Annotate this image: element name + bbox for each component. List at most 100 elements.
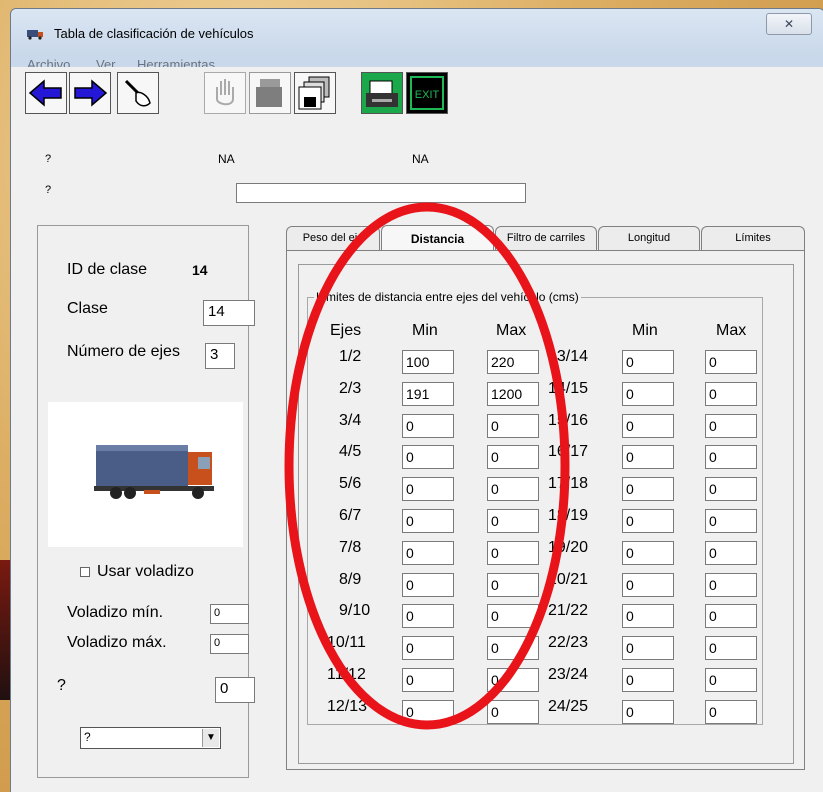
min-distance-input[interactable]: 100 xyxy=(402,350,454,374)
max-distance-input[interactable]: 0 xyxy=(487,541,539,565)
min-distance-input[interactable]: 0 xyxy=(622,604,674,628)
max-distance-input[interactable]: 0 xyxy=(487,668,539,692)
max-distance-input[interactable]: 0 xyxy=(487,604,539,628)
max-header-right: Max xyxy=(716,322,747,339)
min-distance-input[interactable]: 0 xyxy=(622,509,674,533)
min-distance-input[interactable]: 0 xyxy=(402,604,454,628)
clase-input[interactable]: 14 xyxy=(203,300,255,326)
axle-pair-label: 10/11 xyxy=(327,634,366,651)
save-copies-button[interactable] xyxy=(294,72,336,114)
min-distance-input[interactable]: 0 xyxy=(622,573,674,597)
axle-pair-label: 17/18 xyxy=(548,475,589,492)
min-distance-input[interactable]: 0 xyxy=(402,509,454,533)
max-distance-input[interactable]: 0 xyxy=(705,573,757,597)
max-distance-input[interactable]: 0 xyxy=(487,700,539,724)
axle-pair-label: 12/13 xyxy=(327,698,368,715)
voladizo-min-label: Voladizo mín. xyxy=(67,604,164,621)
max-distance-input[interactable]: 0 xyxy=(705,636,757,660)
tab-peso-del-eje[interactable]: Peso del eje xyxy=(286,226,380,250)
axle-pair-label: 21/22 xyxy=(548,602,589,619)
tab-longitud[interactable]: Longitud xyxy=(598,226,700,250)
min-distance-input[interactable]: 0 xyxy=(622,382,674,406)
axle-pair-label: 16/17 xyxy=(548,443,589,460)
exit-button[interactable]: EXIT xyxy=(406,72,448,114)
axle-pair-label: 9/10 xyxy=(339,602,371,619)
max-distance-input[interactable]: 220 xyxy=(487,350,539,374)
min-distance-input[interactable]: 0 xyxy=(402,445,454,469)
min-distance-input[interactable]: 0 xyxy=(622,350,674,374)
axle-pair-label: 2/3 xyxy=(339,380,362,397)
pen-hand-icon xyxy=(124,79,151,107)
min-distance-input[interactable]: 0 xyxy=(402,668,454,692)
distance-limits-title: Límites de distancia entre ejes del vehí… xyxy=(314,290,581,304)
min-distance-input[interactable]: 0 xyxy=(402,573,454,597)
max-distance-input[interactable]: 0 xyxy=(487,509,539,533)
axle-pair-label: 7/8 xyxy=(339,539,362,556)
max-distance-input[interactable]: 0 xyxy=(487,636,539,660)
min-distance-input[interactable]: 0 xyxy=(622,700,674,724)
usar-voladizo-checkbox[interactable] xyxy=(80,567,90,577)
chevron-down-icon: ▼ xyxy=(202,729,219,747)
edit-button[interactable] xyxy=(117,72,159,114)
axle-pair-label: 4/5 xyxy=(339,443,362,460)
min-distance-input[interactable]: 0 xyxy=(622,636,674,660)
min-distance-input[interactable]: 191 xyxy=(402,382,454,406)
min-distance-input[interactable]: 0 xyxy=(402,700,454,724)
hand-button[interactable] xyxy=(204,72,246,114)
extra-q-input[interactable]: 0 xyxy=(215,677,255,703)
numero-ejes-label: Número de ejes xyxy=(67,343,180,360)
max-distance-input[interactable]: 0 xyxy=(705,541,757,565)
min-distance-input[interactable]: 0 xyxy=(622,668,674,692)
min-distance-input[interactable]: 0 xyxy=(622,541,674,565)
voladizo-max-input[interactable]: 0 xyxy=(210,634,249,654)
min-distance-input[interactable]: 0 xyxy=(402,477,454,501)
title-bar: Tabla de clasificación de vehículos ✕ xyxy=(11,9,823,55)
max-distance-input[interactable]: 0 xyxy=(705,604,757,628)
bottom-select[interactable]: ? ▼ xyxy=(80,727,221,749)
max-distance-input[interactable]: 0 xyxy=(705,700,757,724)
max-distance-input[interactable]: 0 xyxy=(487,445,539,469)
back-button[interactable] xyxy=(25,72,67,114)
copy-icon xyxy=(256,79,282,107)
clase-label: Clase xyxy=(67,300,108,317)
exit-icon: EXIT xyxy=(409,75,445,111)
min-distance-input[interactable]: 0 xyxy=(622,477,674,501)
min-header-right: Min xyxy=(632,322,658,339)
forward-button[interactable] xyxy=(69,72,111,114)
voladizo-min-input[interactable]: 0 xyxy=(210,604,249,624)
numero-ejes-input[interactable]: 3 xyxy=(205,343,235,369)
max-distance-input[interactable]: 0 xyxy=(705,509,757,533)
min-distance-input[interactable]: 0 xyxy=(622,445,674,469)
vehicle-image xyxy=(48,402,243,547)
print-button[interactable] xyxy=(361,72,403,114)
close-icon: ✕ xyxy=(783,17,795,31)
max-distance-input[interactable]: 0 xyxy=(705,414,757,438)
bottom-select-value: ? xyxy=(84,730,91,744)
max-distance-input[interactable]: 0 xyxy=(705,382,757,406)
max-distance-input[interactable]: 0 xyxy=(705,477,757,501)
truck-icon xyxy=(94,445,214,499)
header-q2: ? xyxy=(45,184,52,196)
max-distance-input[interactable]: 0 xyxy=(705,668,757,692)
header-input[interactable] xyxy=(236,183,526,203)
tab-distancia[interactable]: Distancia xyxy=(381,225,494,252)
min-distance-input[interactable]: 0 xyxy=(402,414,454,438)
min-distance-input[interactable]: 0 xyxy=(622,414,674,438)
min-distance-input[interactable]: 0 xyxy=(402,636,454,660)
tab-limites[interactable]: Límites xyxy=(701,226,805,250)
max-distance-input[interactable]: 1200 xyxy=(487,382,539,406)
max-distance-input[interactable]: 0 xyxy=(487,573,539,597)
save-copies-icon xyxy=(298,76,330,110)
tab-filtro-de-carriles[interactable]: Filtro de carriles xyxy=(495,226,597,250)
min-distance-input[interactable]: 0 xyxy=(402,541,454,565)
copy-button[interactable] xyxy=(249,72,291,114)
toolbar: EXIT xyxy=(11,67,823,133)
axle-pair-label: 22/23 xyxy=(548,634,589,651)
max-distance-input[interactable]: 0 xyxy=(487,477,539,501)
max-distance-input[interactable]: 0 xyxy=(487,414,539,438)
max-distance-input[interactable]: 0 xyxy=(705,445,757,469)
arrow-left-icon xyxy=(28,79,62,107)
max-distance-input[interactable]: 0 xyxy=(705,350,757,374)
close-button[interactable]: ✕ xyxy=(766,13,812,35)
axle-pair-label: 3/4 xyxy=(339,412,362,429)
